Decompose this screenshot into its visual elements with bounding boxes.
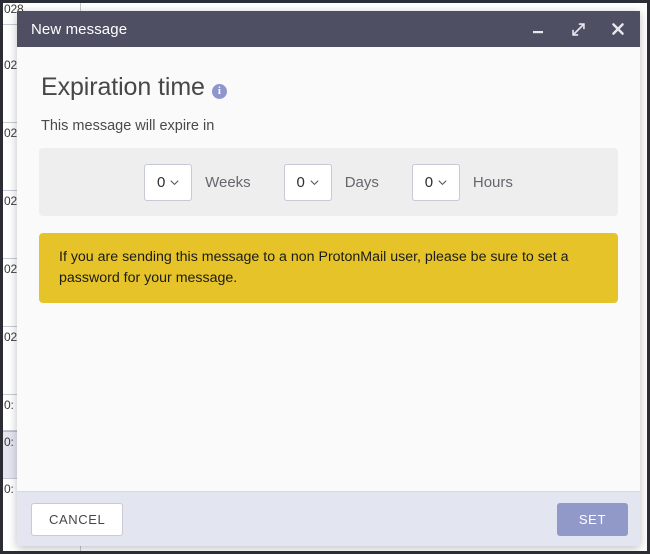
duration-group-weeks: 0 Weeks: [144, 164, 251, 201]
days-select-value: 0: [297, 174, 305, 191]
days-label: Days: [345, 174, 379, 191]
duration-group-hours: 0 Hours: [412, 164, 513, 201]
days-select[interactable]: 0: [284, 164, 332, 201]
chevron-down-icon: [438, 178, 447, 187]
expand-icon: [571, 22, 586, 37]
screenshot-frame: 02802:02:02:02:02:0:0:0: New message: [0, 0, 650, 554]
dialog-footer: CANCEL SET: [17, 492, 640, 546]
weeks-select-value: 0: [157, 174, 165, 191]
new-message-dialog: New message: [17, 11, 640, 546]
dialog-title: New message: [31, 21, 528, 38]
dialog-body: Expiration time i This message will expi…: [17, 47, 640, 492]
expand-button[interactable]: [568, 19, 588, 39]
hours-select-value: 0: [425, 174, 433, 191]
chevron-down-icon: [170, 178, 179, 187]
heading-row: Expiration time i: [41, 73, 618, 102]
minimize-icon: [531, 22, 545, 36]
dialog-titlebar: New message: [17, 11, 640, 47]
password-warning-banner: If you are sending this message to a non…: [39, 233, 618, 303]
expiration-subtext: This message will expire in: [41, 118, 618, 134]
weeks-label: Weeks: [205, 174, 251, 191]
chevron-down-icon: [310, 178, 319, 187]
close-button[interactable]: [608, 19, 628, 39]
titlebar-actions: [528, 19, 628, 39]
minimize-button[interactable]: [528, 19, 548, 39]
page-title: Expiration time: [41, 73, 205, 102]
hours-label: Hours: [473, 174, 513, 191]
duration-group-days: 0 Days: [284, 164, 379, 201]
close-icon: [611, 22, 625, 36]
info-icon[interactable]: i: [212, 84, 227, 99]
cancel-button[interactable]: CANCEL: [31, 503, 123, 536]
weeks-select[interactable]: 0: [144, 164, 192, 201]
duration-picker-panel: 0 Weeks 0 Days: [39, 148, 618, 216]
hours-select[interactable]: 0: [412, 164, 460, 201]
set-button[interactable]: SET: [557, 503, 628, 536]
